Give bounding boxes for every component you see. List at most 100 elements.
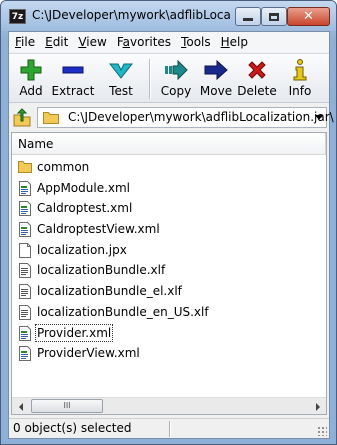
- menu-tools[interactable]: Tools: [177, 32, 215, 52]
- file-icon: [18, 242, 32, 258]
- add-plus-icon: [20, 59, 42, 81]
- test-label: Test: [109, 84, 133, 98]
- file-name: CaldroptestView.xml: [37, 222, 160, 237]
- file-name: localizationBundle.xlf: [37, 263, 166, 278]
- menu-help-mnemonic: H: [220, 35, 230, 49]
- arrow-right-icon: [315, 402, 320, 411]
- xml-file-icon: [18, 346, 32, 362]
- file-row[interactable]: common: [12, 157, 326, 178]
- file-name: common: [37, 160, 90, 174]
- chevron-down-icon[interactable]: [315, 115, 323, 120]
- menu-favorites-mnemonic: a: [122, 35, 130, 49]
- minimize-icon: [243, 18, 253, 21]
- file-row[interactable]: AppModule.xml: [12, 178, 326, 199]
- copy-arrow-icon: [165, 60, 188, 80]
- minimize-button[interactable]: [235, 7, 261, 26]
- file-list[interactable]: Name common AppModule.xml Caldroptest.xml C…: [11, 132, 327, 415]
- toolbar: Add Extract Test Copy Move Delete Info: [9, 53, 329, 103]
- close-button[interactable]: ✕: [287, 7, 330, 26]
- file-row[interactable]: Provider.xml: [12, 323, 326, 344]
- file-row[interactable]: ProviderView.xml: [12, 343, 326, 364]
- scroll-right-button[interactable]: [309, 398, 326, 415]
- up-folder-button[interactable]: [12, 108, 32, 127]
- file-name: AppModule.xml: [37, 180, 131, 195]
- extract-minus-icon: [62, 66, 84, 74]
- info-button[interactable]: Info: [285, 57, 315, 101]
- menu-help[interactable]: Help: [217, 32, 252, 52]
- app-window: 7z C:\JDeveloper\mywork\adflibLocal... ✕…: [0, 0, 337, 445]
- menu-favorites[interactable]: Favorites: [113, 32, 175, 52]
- test-button[interactable]: Test: [102, 57, 140, 101]
- xml-file-icon: [18, 180, 32, 196]
- menu-bar: File Edit View Favorites Tools Help: [9, 32, 329, 52]
- info-i-icon: [293, 59, 307, 81]
- menu-favorites-label: vorites: [130, 35, 172, 49]
- file-row[interactable]: Caldroptest.xml: [12, 198, 326, 219]
- folder-icon: [18, 160, 32, 175]
- menu-view-label: iew: [86, 35, 107, 49]
- horizontal-scrollbar[interactable]: III: [12, 397, 326, 414]
- test-check-icon: [109, 63, 133, 79]
- resize-grip-icon[interactable]: [317, 426, 327, 436]
- xml-file-icon: [18, 222, 32, 238]
- delete-label: Delete: [237, 84, 277, 98]
- column-header-name[interactable]: Name: [12, 133, 326, 155]
- address-path-text: C:\JDeveloper\mywork\adflibLocalization.…: [68, 110, 334, 124]
- file-row[interactable]: localization.jpx: [12, 240, 326, 261]
- folder-icon: [43, 112, 59, 124]
- info-label: Info: [288, 84, 312, 98]
- file-name: ProviderView.xml: [37, 346, 140, 361]
- title-bar[interactable]: 7z C:\JDeveloper\mywork\adflibLocal... ✕: [1, 1, 336, 31]
- menu-help-label: elp: [229, 35, 249, 49]
- delete-button[interactable]: Delete: [237, 57, 277, 101]
- menu-tools-label: ools: [186, 35, 211, 49]
- maximize-icon: [269, 12, 279, 21]
- 7zip-app-icon: 7z: [9, 9, 26, 24]
- document-file-icon: [18, 284, 32, 300]
- menu-edit-label: dit: [52, 35, 69, 49]
- maximize-button[interactable]: [261, 7, 287, 26]
- arrow-left-icon: [18, 402, 23, 411]
- file-name: Caldroptest.xml: [37, 201, 133, 216]
- address-path-combobox[interactable]: C:\JDeveloper\mywork\adflibLocalization.…: [37, 107, 334, 128]
- up-folder-icon: [13, 108, 31, 127]
- status-selection-text: 0 object(s) selected: [13, 421, 132, 435]
- file-row[interactable]: localizationBundle_el.xlf: [12, 281, 326, 302]
- menu-file-label: ile: [21, 35, 36, 49]
- scroll-left-button[interactable]: [12, 398, 29, 415]
- extract-label: Extract: [51, 84, 95, 98]
- menu-edit-mnemonic: E: [45, 35, 53, 49]
- menu-view[interactable]: View: [74, 32, 110, 52]
- file-name: localizationBundle_el.xlf: [37, 284, 182, 299]
- file-name: localizationBundle_en_US.xlf: [37, 304, 209, 319]
- xml-file-icon: [18, 325, 32, 341]
- add-label: Add: [19, 84, 43, 98]
- move-arrow-icon: [204, 60, 228, 80]
- copy-button[interactable]: Copy: [159, 57, 193, 101]
- status-separator: [169, 421, 171, 437]
- toolbar-separator: [149, 59, 151, 99]
- xml-file-icon: [18, 201, 32, 217]
- extract-button[interactable]: Extract: [49, 57, 97, 101]
- address-bar: C:\JDeveloper\mywork\adflibLocalization.…: [9, 105, 334, 130]
- file-rows: common AppModule.xml Caldroptest.xml Caldro…: [12, 157, 326, 364]
- move-button[interactable]: Move: [199, 57, 233, 101]
- scrollbar-thumb[interactable]: III: [31, 399, 103, 413]
- move-label: Move: [199, 84, 233, 98]
- file-row[interactable]: CaldroptestView.xml: [12, 219, 326, 240]
- file-row[interactable]: localizationBundle.xlf: [12, 260, 326, 281]
- add-button[interactable]: Add: [15, 57, 47, 101]
- file-name: localization.jpx: [37, 242, 127, 257]
- file-name: Provider.xml: [34, 323, 114, 342]
- delete-x-icon: [248, 61, 266, 79]
- column-header-label: Name: [18, 137, 54, 151]
- menu-file[interactable]: File: [11, 32, 39, 52]
- file-row[interactable]: localizationBundle_en_US.xlf: [12, 302, 326, 323]
- client-area: File Edit View Favorites Tools Help Add …: [8, 31, 334, 439]
- document-file-icon: [18, 263, 32, 279]
- menu-edit[interactable]: Edit: [41, 32, 72, 52]
- copy-label: Copy: [160, 84, 192, 98]
- close-icon: ✕: [303, 9, 314, 24]
- document-file-icon: [18, 304, 32, 320]
- column-divider: [325, 133, 326, 155]
